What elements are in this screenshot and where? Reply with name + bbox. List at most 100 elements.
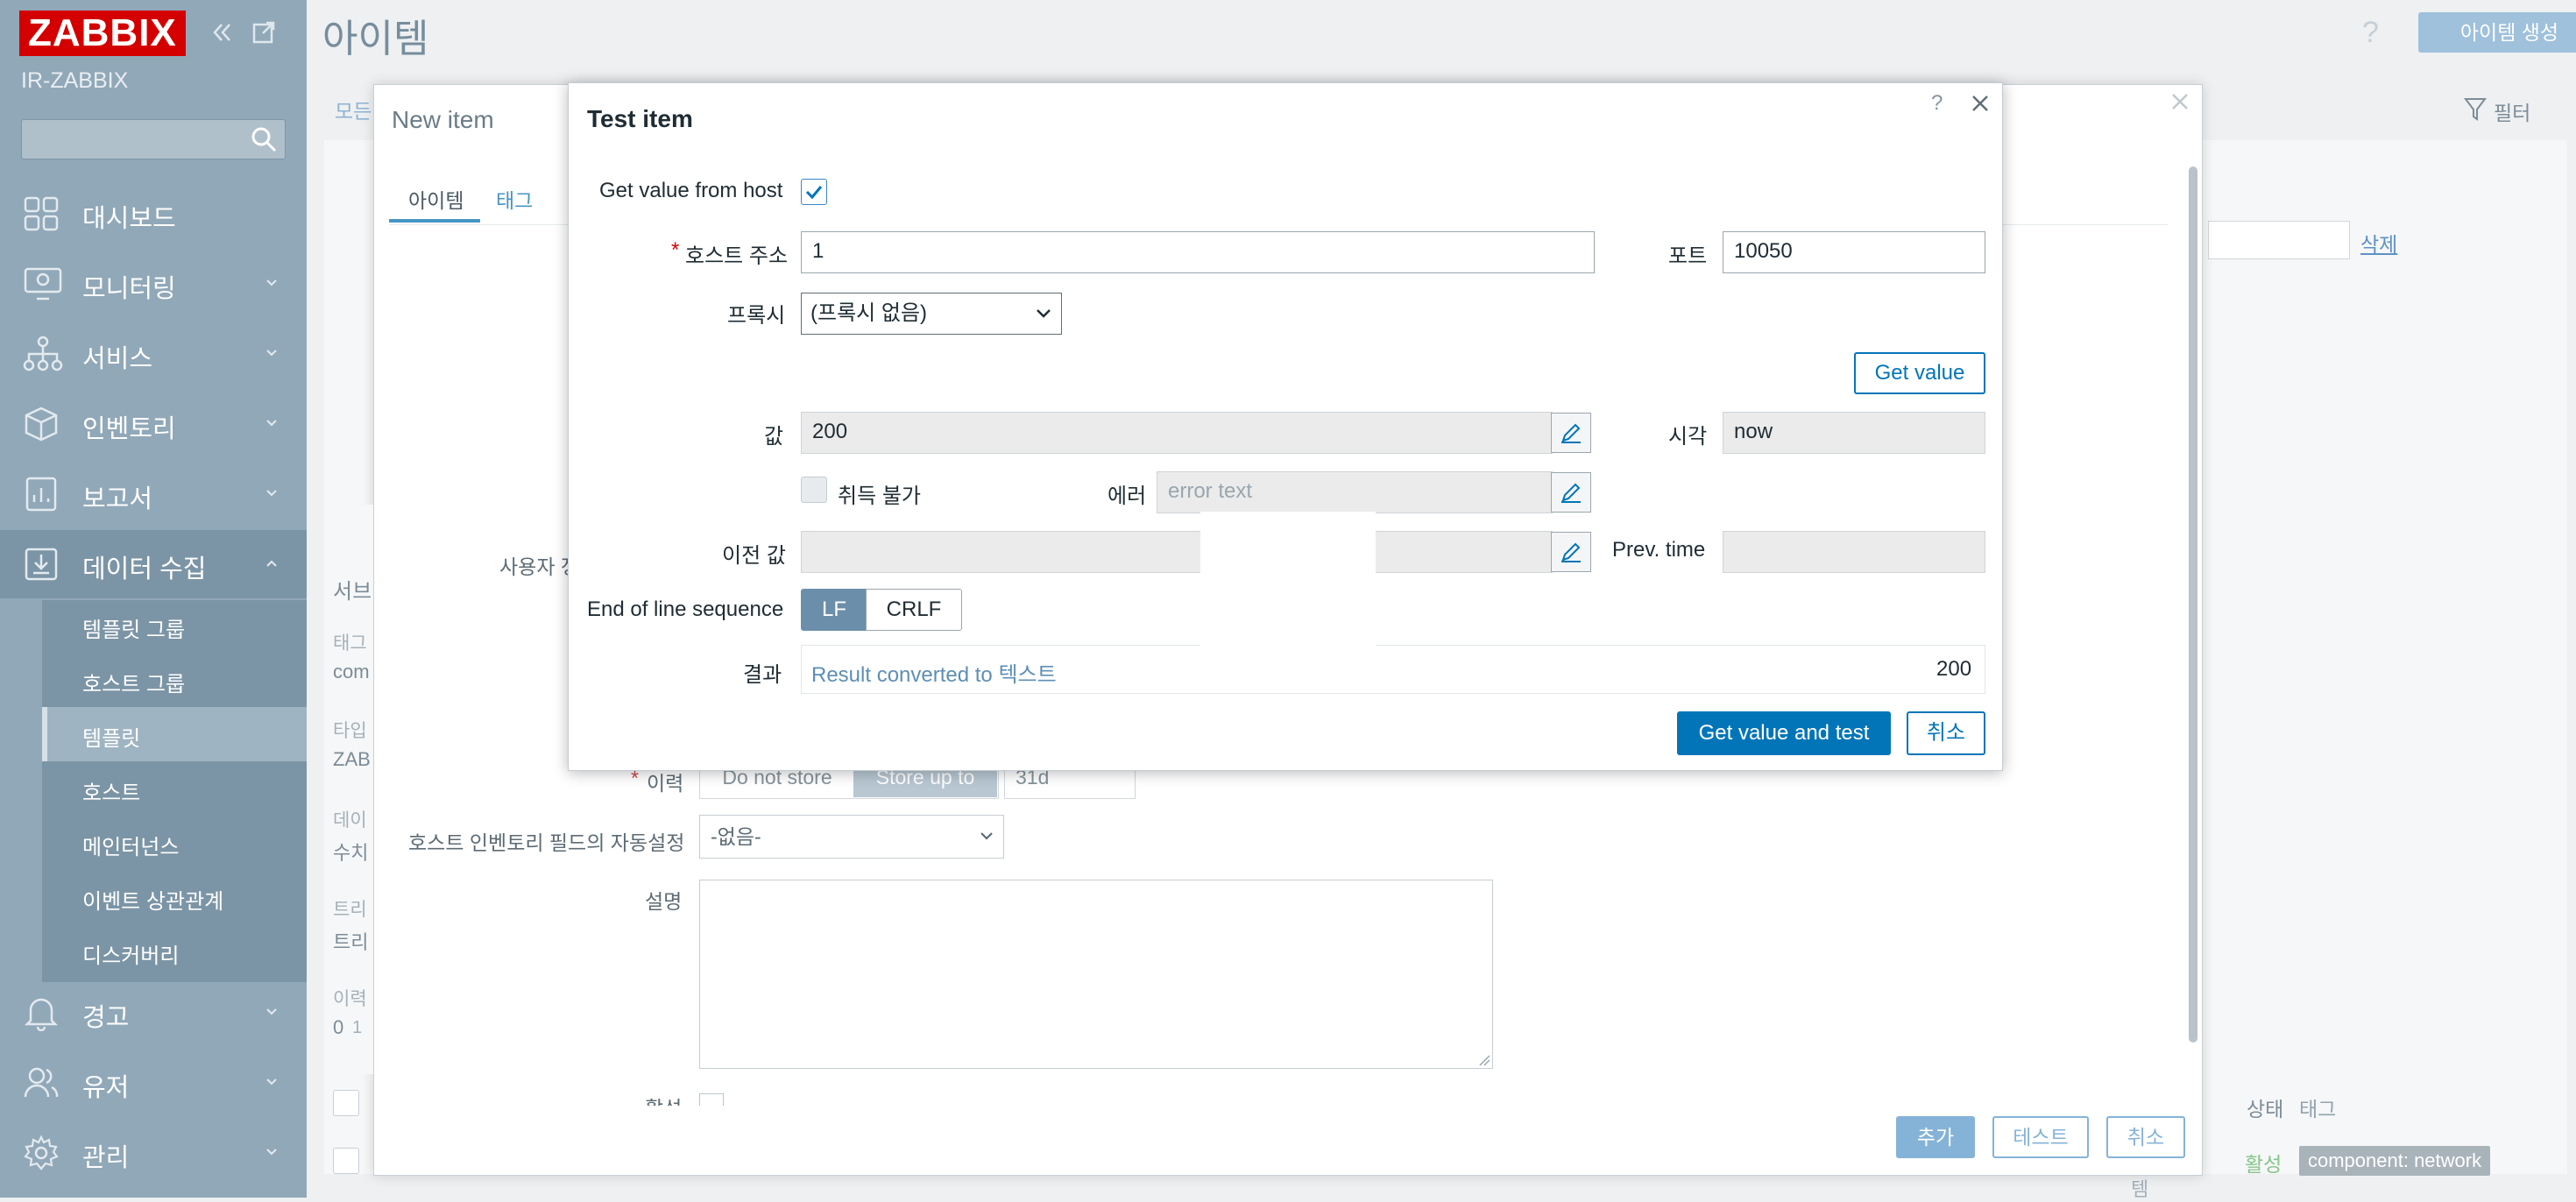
- cancel-button[interactable]: 취소: [2106, 1116, 2185, 1158]
- select-all-checkbox[interactable]: [333, 1090, 359, 1116]
- previous-time-input[interactable]: [1723, 531, 1985, 573]
- close-icon[interactable]: [1970, 93, 1991, 114]
- tab-item[interactable]: 아이템: [408, 184, 464, 214]
- submenu-label: 템플릿: [82, 727, 141, 751]
- scrollbar[interactable]: [2189, 166, 2197, 1043]
- nav-item-services[interactable]: 서비스: [0, 320, 307, 388]
- edit-error-button[interactable]: [1551, 472, 1591, 513]
- delete-link[interactable]: 삭제: [2360, 228, 2397, 258]
- inventory-icon: [23, 406, 60, 442]
- sidebar-search-input[interactable]: [21, 119, 286, 159]
- chevron-down-icon: [265, 1147, 279, 1157]
- monitoring-icon: [23, 265, 63, 302]
- submenu-label: 템플릿 그룹: [82, 619, 186, 642]
- result-text: Result converted to 텍스트: [811, 663, 1057, 687]
- nav-item-data-collection[interactable]: 데이터 수집: [0, 530, 307, 598]
- submenu-hosts[interactable]: 호스트: [42, 761, 307, 816]
- cancel-button[interactable]: 취소: [1907, 711, 1985, 755]
- submenu-label: 디스커버리: [82, 944, 180, 968]
- submenu-event-correlation[interactable]: 이벤트 상관관계: [42, 870, 307, 924]
- required-asterisk: *: [671, 238, 680, 262]
- nav-item-inventory[interactable]: 인벤토리: [0, 390, 307, 458]
- previous-time-label: Prev. time: [1612, 538, 1706, 562]
- history-label: 이력: [647, 772, 684, 795]
- edit-previous-value-button[interactable]: [1551, 532, 1591, 572]
- submenu-maintenance[interactable]: 메인터넌스: [42, 816, 307, 870]
- dashboard-icon: [23, 195, 60, 232]
- status-column-header[interactable]: 상태: [2247, 1092, 2283, 1122]
- get-value-from-host-checkbox[interactable]: [801, 179, 827, 205]
- chevron-down-icon: [265, 418, 279, 428]
- chevron-down-icon: [265, 278, 279, 288]
- create-item-button[interactable]: 아이템 생성: [2418, 12, 2576, 53]
- left-value-trigger: 트리: [333, 931, 369, 953]
- not-supported-checkbox[interactable]: [801, 477, 827, 503]
- row-checkbox[interactable]: [333, 1148, 359, 1174]
- filter-tab-label[interactable]: 필터: [2494, 96, 2530, 126]
- close-icon[interactable]: [2169, 91, 2190, 112]
- chevron-down-icon: [978, 831, 995, 843]
- submenu-label: 메인터넌스: [82, 836, 180, 859]
- edit-value-button[interactable]: [1551, 413, 1591, 453]
- nav-label: 대시보드: [82, 205, 176, 233]
- submenu-host-groups[interactable]: 호스트 그룹: [42, 653, 307, 707]
- collapse-sidebar-icon[interactable]: [209, 19, 235, 46]
- tab-tags[interactable]: 태그: [496, 184, 533, 214]
- nav-label: 서비스: [82, 345, 153, 373]
- dialog-title: Test item: [587, 105, 693, 132]
- test-button[interactable]: 테스트: [1992, 1116, 2089, 1158]
- data-collection-icon: [23, 546, 60, 583]
- help-icon[interactable]: ?: [2362, 16, 2379, 50]
- host-address-input[interactable]: 1: [801, 231, 1595, 273]
- eol-crlf-option[interactable]: CRLF: [866, 589, 962, 631]
- port-input[interactable]: 10050: [1723, 231, 1985, 273]
- description-textarea[interactable]: [699, 880, 1493, 1069]
- left-label-tag: 태그: [333, 633, 367, 654]
- chevron-up-icon: [265, 558, 279, 569]
- filter-tag-value-input[interactable]: [2208, 221, 2350, 259]
- result-value: 200: [1936, 657, 1972, 681]
- eol-sequence-label: End of line sequence: [587, 597, 784, 621]
- nav-item-users[interactable]: 유저: [0, 1049, 307, 1117]
- search-icon[interactable]: [249, 124, 279, 154]
- nav-item-alerts[interactable]: 경고: [0, 979, 307, 1047]
- inventory-field-select[interactable]: -없음-: [699, 815, 1004, 859]
- server-name: IR-ZABBIX: [21, 68, 129, 93]
- zabbix-logo[interactable]: ZABBIX: [19, 11, 186, 56]
- nav-item-dashboard[interactable]: 대시보드: [0, 180, 307, 248]
- get-value-and-test-button[interactable]: Get value and test: [1677, 711, 1891, 755]
- value-label: 값: [764, 425, 784, 449]
- filter-icon[interactable]: [2464, 96, 2487, 123]
- previous-value-input[interactable]: [801, 531, 1553, 573]
- nav-item-administration[interactable]: 관리: [0, 1119, 307, 1187]
- services-icon: [23, 336, 63, 372]
- chevron-down-icon: [1034, 307, 1053, 321]
- port-label: 포트: [1668, 244, 1708, 268]
- proxy-select[interactable]: (프록시 없음): [801, 293, 1062, 335]
- nav-label: 데이터 수집: [82, 555, 207, 583]
- tag-column-header: 태그: [2299, 1098, 2337, 1121]
- left-label-server: 서브: [333, 580, 372, 604]
- error-input[interactable]: error text: [1157, 471, 1553, 513]
- help-icon[interactable]: ?: [1931, 91, 1943, 116]
- submenu-template-groups[interactable]: 템플릿 그룹: [42, 598, 307, 653]
- submenu-discovery[interactable]: 디스커버리: [42, 924, 307, 979]
- not-supported-label: 취득 불가: [838, 484, 921, 508]
- left-label-data: 데이: [333, 810, 367, 831]
- eol-lf-option[interactable]: LF: [801, 589, 867, 631]
- nav-label: 관리: [82, 1144, 130, 1172]
- status-badge[interactable]: 활성: [2245, 1148, 2282, 1177]
- proxy-label: 프록시: [727, 304, 786, 328]
- submenu-templates[interactable]: 템플릿: [42, 707, 307, 761]
- kiosk-mode-icon[interactable]: [251, 19, 277, 46]
- get-value-button[interactable]: Get value: [1854, 352, 1985, 394]
- nav-item-monitoring[interactable]: 모니터링: [0, 250, 307, 318]
- chevron-down-icon: [265, 348, 279, 358]
- breadcrumb[interactable]: 모든: [335, 95, 372, 124]
- description-label: 설명: [645, 890, 683, 913]
- nav-item-reports[interactable]: 보고서: [0, 460, 307, 528]
- time-input[interactable]: now: [1723, 412, 1985, 454]
- value-input[interactable]: 200: [801, 412, 1553, 454]
- left-value-history: 0: [333, 1016, 344, 1038]
- add-button[interactable]: 추가: [1896, 1116, 1975, 1158]
